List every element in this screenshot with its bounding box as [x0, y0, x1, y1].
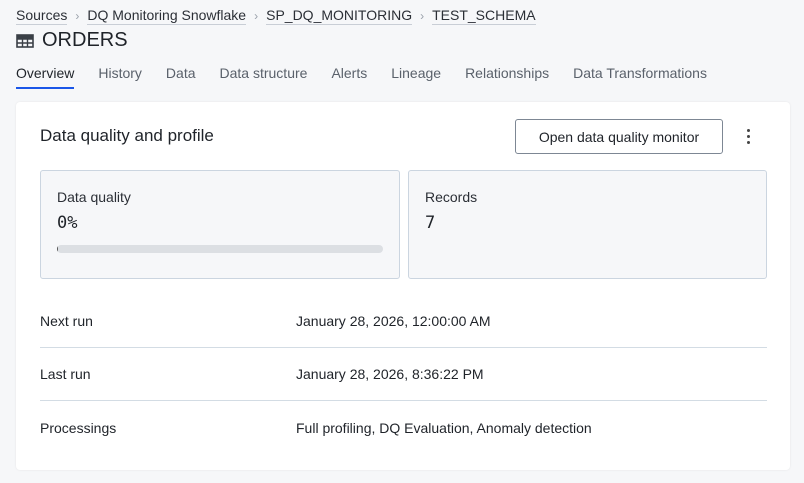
tab-lineage[interactable]: Lineage	[391, 65, 441, 89]
tab-bar: Overview History Data Data structure Ale…	[16, 65, 707, 89]
row-value: Full profiling, DQ Evaluation, Anomaly d…	[296, 419, 592, 436]
breadcrumb-source[interactable]: DQ Monitoring Snowflake	[87, 7, 247, 25]
chevron-right-icon: ›	[420, 9, 425, 23]
progress-fill	[57, 245, 58, 253]
tab-data[interactable]: Data	[166, 65, 196, 89]
row-value: January 28, 2026, 12:00:00 AM	[296, 313, 491, 329]
page-title: ORDERS	[16, 29, 128, 52]
row-label: Processings	[40, 419, 117, 436]
more-options-icon[interactable]	[742, 124, 754, 148]
table-name: ORDERS	[42, 29, 128, 51]
data-quality-card: Data quality and profile Open data quali…	[16, 102, 790, 470]
data-quality-tile: Data quality 0%	[40, 170, 400, 279]
data-quality-label: Data quality	[57, 189, 131, 205]
breadcrumb-sources[interactable]: Sources	[16, 7, 68, 25]
info-row-processings: Processings Full profiling, DQ Evaluation…	[40, 401, 767, 454]
open-dq-monitor-button[interactable]: Open data quality monitor	[515, 119, 723, 154]
tab-alerts[interactable]: Alerts	[331, 65, 367, 89]
row-label: Last run	[40, 366, 91, 382]
data-quality-value: 0%	[57, 213, 78, 233]
card-title: Data quality and profile	[40, 126, 214, 145]
breadcrumb-database[interactable]: SP_DQ_MONITORING	[266, 7, 413, 25]
row-value: January 28, 2026, 8:36:22 PM	[296, 366, 484, 382]
row-label: Next run	[40, 313, 93, 329]
table-icon	[16, 33, 34, 48]
chevron-right-icon: ›	[254, 9, 259, 23]
tab-overview[interactable]: Overview	[16, 65, 75, 89]
breadcrumb-schema[interactable]: TEST_SCHEMA	[432, 7, 536, 25]
records-label: Records	[425, 189, 478, 205]
tab-data-transformations[interactable]: Data Transformations	[573, 65, 707, 89]
info-row-next-run: Next run January 28, 2026, 12:00:00 AM	[40, 295, 767, 348]
records-value: 7	[425, 213, 436, 233]
tab-history[interactable]: History	[98, 65, 142, 89]
data-quality-progress	[57, 245, 383, 253]
info-row-last-run: Last run January 28, 2026, 8:36:22 PM	[40, 348, 767, 401]
tab-relationships[interactable]: Relationships	[465, 65, 549, 89]
tab-data-structure[interactable]: Data structure	[220, 65, 308, 89]
chevron-right-icon: ›	[75, 9, 80, 23]
records-tile: Records 7	[408, 170, 767, 279]
breadcrumb: Sources › DQ Monitoring Snowflake › SP_DQ_…	[16, 7, 536, 25]
